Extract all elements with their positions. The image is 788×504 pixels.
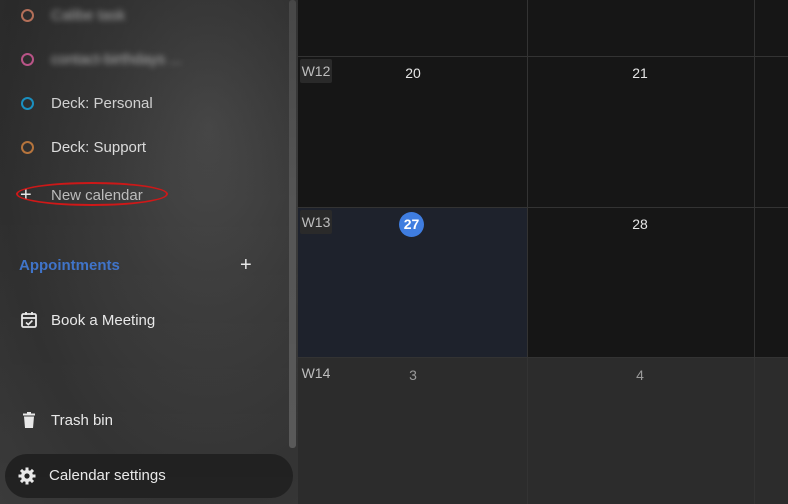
calendar-settings-button[interactable]: Calendar settings <box>5 454 293 498</box>
calendar-color-circle-icon[interactable] <box>21 140 34 154</box>
day-number[interactable]: 3 <box>398 367 428 383</box>
calendar-item-label: contact-birthdays ... <box>51 50 182 68</box>
week-number-label[interactable]: W14 <box>300 361 332 385</box>
calendar-item-label: Deck: Personal <box>51 94 153 112</box>
book-meeting-item[interactable]: Book a Meeting <box>0 298 280 342</box>
grid-line <box>298 357 788 358</box>
calendar-item[interactable]: contact-birthdays ... <box>0 37 280 81</box>
day-number[interactable]: 20 <box>398 65 428 81</box>
week-number-label[interactable]: W12 <box>300 59 332 83</box>
month-grid[interactable]: W12 W13 W14 20 21 27 28 3 4 <box>298 0 788 504</box>
calendar-settings-label: Calendar settings <box>49 467 166 484</box>
grid-line <box>527 0 528 504</box>
week-row-background <box>298 358 788 504</box>
calendar-item-deck-personal[interactable]: Deck: Personal <box>0 81 280 125</box>
grid-line <box>298 207 788 208</box>
calendar-color-circle-icon[interactable] <box>21 96 34 110</box>
calendar-check-icon <box>21 312 37 328</box>
highlight-ring <box>16 182 168 206</box>
calendar-item-deck-support[interactable]: Deck: Support <box>0 125 280 169</box>
day-number[interactable]: 21 <box>625 65 655 81</box>
trash-bin-label: Trash bin <box>51 411 113 429</box>
calendar-item-label: Calibe task <box>51 6 126 24</box>
calendar-color-circle-icon[interactable] <box>21 52 34 66</box>
trash-icon <box>23 412 35 428</box>
today-day-number[interactable]: 27 <box>399 212 424 237</box>
add-appointment-plus-icon[interactable]: + <box>240 255 252 275</box>
sidebar-scrollbar[interactable] <box>289 0 296 448</box>
week-number-label[interactable]: W13 <box>300 210 332 234</box>
day-number[interactable]: 4 <box>625 367 655 383</box>
sidebar: Calibe task contact-birthdays ... Deck: … <box>0 0 298 504</box>
book-meeting-label: Book a Meeting <box>51 311 156 329</box>
trash-bin-item[interactable]: Trash bin <box>0 398 280 442</box>
appointments-heading: Appointments <box>19 257 120 274</box>
gear-icon <box>18 467 36 485</box>
calendar-item-label: Deck: Support <box>51 138 147 156</box>
calendar-item[interactable]: Calibe task <box>0 0 280 37</box>
calendar-color-circle-icon[interactable] <box>21 8 34 22</box>
grid-line <box>754 0 755 504</box>
day-number[interactable]: 28 <box>625 216 655 232</box>
grid-line <box>298 56 788 57</box>
